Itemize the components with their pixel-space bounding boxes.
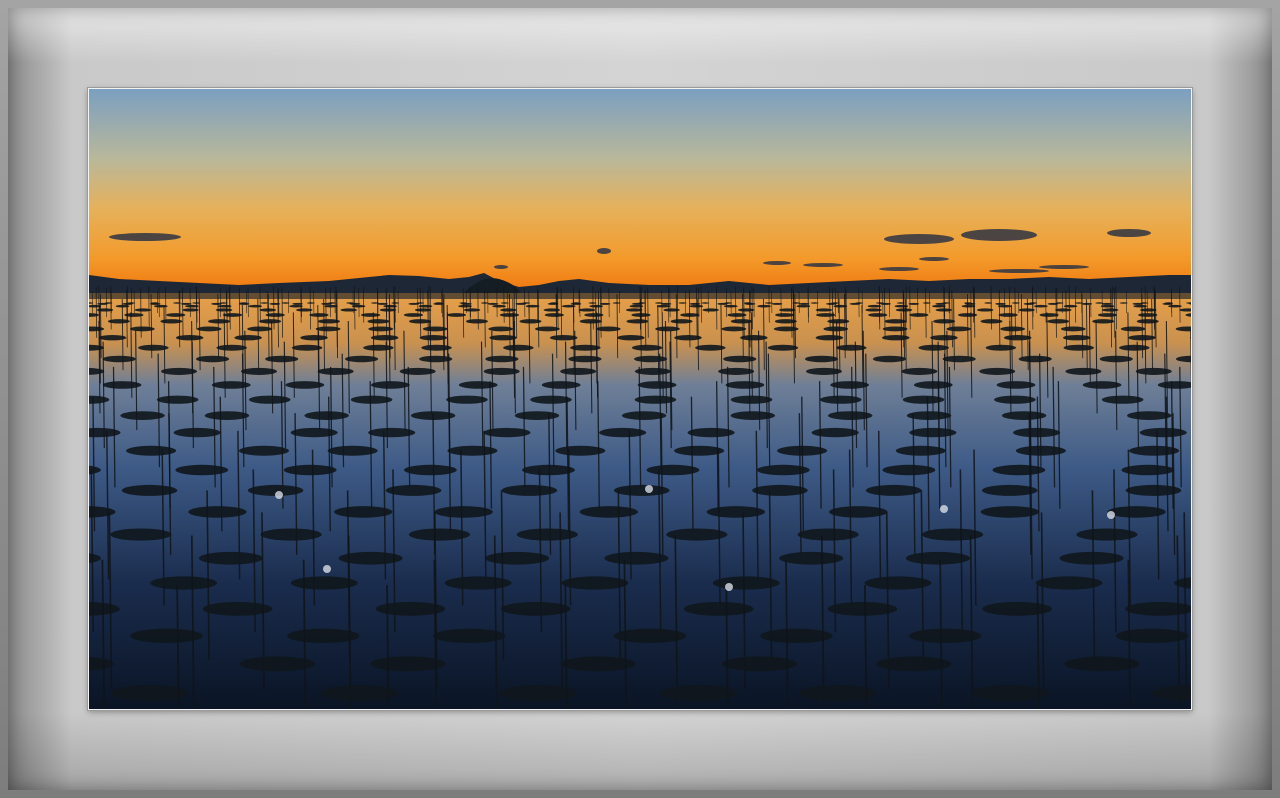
sky <box>89 89 1191 289</box>
photo <box>88 88 1192 710</box>
landscape-photo <box>89 89 1191 709</box>
picture-frame <box>0 0 1280 798</box>
